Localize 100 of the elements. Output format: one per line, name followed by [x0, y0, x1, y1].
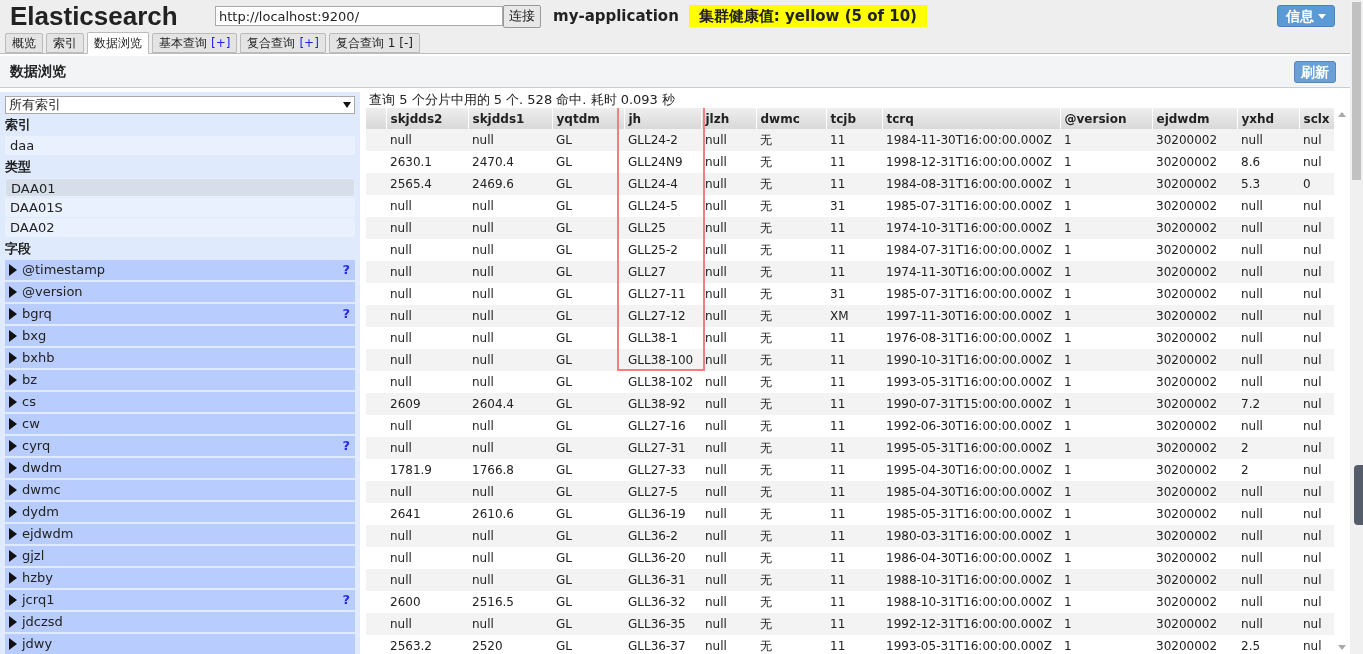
dropdown-arrow-icon	[343, 102, 351, 108]
tab[interactable]: 索引	[46, 33, 84, 53]
field-row[interactable]: jcrq1 ?	[5, 590, 355, 610]
connect-button[interactable]: 连接	[503, 4, 541, 28]
table-cell: 无	[756, 195, 826, 217]
table-cell: null	[468, 371, 552, 393]
table-cell: 1985-05-31T16:00:00.000Z	[882, 503, 1060, 525]
column-header[interactable]: tcrq	[882, 108, 1060, 129]
field-row[interactable]: bxhb	[5, 348, 355, 368]
expand-triangle-icon[interactable]	[9, 264, 17, 276]
table-cell: 1998-12-31T16:00:00.000Z	[882, 151, 1060, 173]
field-row[interactable]: bgrq ?	[5, 304, 355, 324]
column-header[interactable]: @version	[1060, 108, 1152, 129]
expand-triangle-icon[interactable]	[9, 484, 17, 496]
url-field[interactable]: http://localhost:9200/	[215, 6, 503, 26]
table-cell: GL	[552, 151, 624, 173]
table-cell: 2470.4	[468, 151, 552, 173]
column-header[interactable]: yqtdm	[552, 108, 624, 129]
field-row[interactable]: cs	[5, 392, 355, 412]
field-row[interactable]: gjzl	[5, 546, 355, 566]
field-row[interactable]: dwmc	[5, 480, 355, 500]
list-item[interactable]: DAA01	[5, 178, 355, 197]
table-cell: nul	[1299, 217, 1334, 239]
field-row[interactable]: bxg	[5, 326, 355, 346]
column-header[interactable]: sclx	[1299, 108, 1334, 129]
table-cell: GLL25	[624, 217, 701, 239]
column-header[interactable]: ejdwdm	[1152, 108, 1237, 129]
column-header[interactable]: skjdds1	[468, 108, 552, 129]
table-cell: 1993-05-31T16:00:00.000Z	[882, 635, 1060, 654]
field-row[interactable]: jdczsd	[5, 612, 355, 632]
field-row[interactable]: cyrq ?	[5, 436, 355, 456]
expand-triangle-icon[interactable]	[9, 462, 17, 474]
expand-triangle-icon[interactable]	[9, 440, 17, 452]
table-cell: 30200002	[1152, 327, 1237, 349]
column-header[interactable]: dwmc	[756, 108, 826, 129]
help-link[interactable]: ?	[342, 304, 350, 324]
column-header[interactable]: jlzh	[701, 108, 756, 129]
table-cell: 无	[756, 591, 826, 613]
table-cell: 1	[1060, 173, 1152, 195]
expand-triangle-icon[interactable]	[9, 286, 17, 298]
field-row[interactable]: hzby	[5, 568, 355, 588]
expand-triangle-icon[interactable]	[9, 616, 17, 628]
expand-triangle-icon[interactable]	[9, 594, 17, 606]
tab[interactable]: 数据浏览	[87, 32, 149, 54]
field-row[interactable]: @version	[5, 282, 355, 302]
scrollbar-thumb[interactable]	[1352, 2, 1361, 180]
list-item[interactable]: DAA02	[5, 218, 355, 237]
page-scrollbar[interactable]	[1350, 0, 1363, 654]
list-item[interactable]: DAA01S	[5, 198, 355, 217]
table-cell: 1997-11-30T16:00:00.000Z	[882, 305, 1060, 327]
table-cell: 11	[826, 349, 882, 371]
expand-triangle-icon[interactable]	[9, 506, 17, 518]
table-cell: 2610.6	[468, 503, 552, 525]
table-cell: 30200002	[1152, 151, 1237, 173]
table-cell: 1	[1060, 525, 1152, 547]
field-row[interactable]: jdwy	[5, 634, 355, 654]
help-link[interactable]: ?	[342, 260, 350, 280]
table-cell: 无	[756, 261, 826, 283]
table-cell: null	[468, 239, 552, 261]
expand-triangle-icon[interactable]	[9, 528, 17, 540]
column-header[interactable]: tcjb	[826, 108, 882, 129]
table-cell: 1766.8	[468, 459, 552, 481]
field-row[interactable]: @timestamp ?	[5, 260, 355, 280]
help-link[interactable]: ?	[342, 590, 350, 610]
field-row[interactable]: dydm	[5, 502, 355, 522]
tab[interactable]: 复合查询 [+]	[240, 33, 326, 53]
column-header[interactable]: yxhd	[1237, 108, 1299, 129]
expand-triangle-icon[interactable]	[9, 572, 17, 584]
tab[interactable]: 复合查询 1 [-]	[328, 33, 420, 53]
table-cell: GL	[552, 635, 624, 654]
field-row[interactable]: bz	[5, 370, 355, 390]
table-cell: nul	[1299, 129, 1334, 151]
expand-triangle-icon[interactable]	[9, 374, 17, 386]
table-cell: 2563.2	[386, 635, 468, 654]
table-cell: null	[1237, 525, 1299, 547]
index-select[interactable]: 所有索引	[5, 96, 355, 114]
field-row[interactable]: ejdwdm	[5, 524, 355, 544]
table-cell: nul	[1299, 393, 1334, 415]
expand-triangle-icon[interactable]	[9, 330, 17, 342]
tab[interactable]: 概览	[5, 33, 43, 53]
field-row[interactable]: cw	[5, 414, 355, 434]
expand-triangle-icon[interactable]	[9, 418, 17, 430]
expand-triangle-icon[interactable]	[9, 550, 17, 562]
table-cell: 1990-07-31T15:00:00.000Z	[882, 393, 1060, 415]
column-header[interactable]: jh	[624, 108, 701, 129]
table-cell: 1986-04-30T16:00:00.000Z	[882, 547, 1060, 569]
expand-triangle-icon[interactable]	[9, 396, 17, 408]
expand-triangle-icon[interactable]	[9, 308, 17, 320]
column-header[interactable]: skjdds2	[386, 108, 468, 129]
table-cell: nul	[1299, 283, 1334, 305]
table-cell: 30200002	[1152, 393, 1237, 415]
tab[interactable]: 基本查询 [+]	[152, 33, 238, 53]
expand-triangle-icon[interactable]	[9, 352, 17, 364]
help-link[interactable]: ?	[342, 436, 350, 456]
table-cell: null	[468, 437, 552, 459]
expand-triangle-icon[interactable]	[9, 638, 17, 650]
list-item[interactable]: daa	[5, 136, 355, 155]
field-row[interactable]: dwdm	[5, 458, 355, 478]
table-cell: GLL27-31	[624, 437, 701, 459]
table-cell: 无	[756, 173, 826, 195]
